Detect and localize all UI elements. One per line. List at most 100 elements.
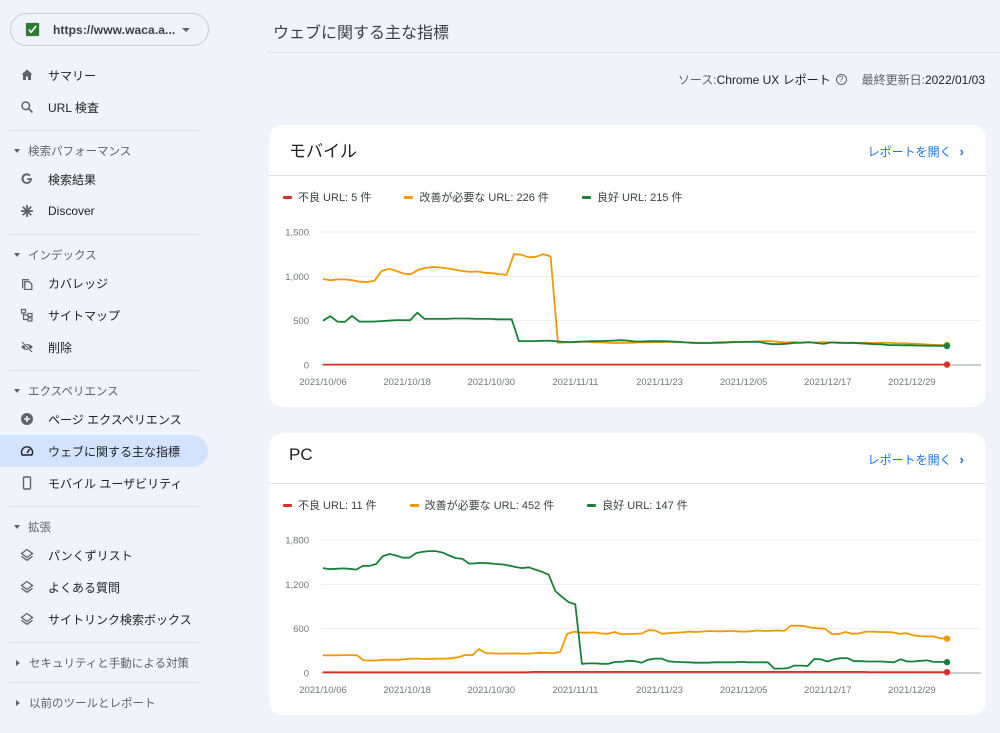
chart-legend: 不良 URL: 5 件 改善が必要な URL: 226 件 良好 URL: 21… [283, 189, 716, 205]
x-tick-label: 2021/10/18 [383, 685, 431, 696]
sidebar-item[interactable]: Discover [0, 195, 208, 227]
series-endpoint-2 [943, 658, 951, 666]
caret-down-icon [14, 148, 20, 153]
layers-icon [20, 580, 34, 594]
sidebar-section-title: エクスペリエンス [28, 385, 119, 398]
sidebar-divider [10, 506, 198, 507]
google-g-icon [20, 172, 34, 186]
legend-swatch [587, 503, 597, 507]
series-line-1 [322, 624, 948, 662]
x-tick-label: 2021/10/30 [467, 377, 515, 388]
source-value: Chrome UX レポート [716, 73, 831, 87]
sidebar-item[interactable]: パンくずリスト [0, 539, 208, 571]
series-endpoint-0 [943, 668, 951, 676]
report-meta: ソース: Chrome UX レポート ? 最終更新日: 2022/01/03 [678, 71, 985, 88]
mobile-card: モバイル レポートを開く › 不良 URL: 5 件 改善が必要な URL: 2… [269, 125, 986, 407]
sidebar-section-header[interactable]: インデックス [0, 242, 220, 267]
sidebar-item-label: カバレッジ [48, 276, 109, 291]
sidebar-section-header[interactable]: エクスペリエンス [0, 378, 220, 403]
sidebar-section-header[interactable]: セキュリティと手動による対策 [0, 650, 220, 675]
legend-swatch [409, 503, 419, 507]
sidebar-section-header[interactable]: 拡張 [0, 514, 220, 539]
open-report-link[interactable]: レポートを開く › [868, 451, 964, 468]
legend-item-poor[interactable]: 不良 URL: 5 件 [283, 189, 371, 205]
open-report-link[interactable]: レポートを開く › [868, 143, 964, 160]
sidebar-item[interactable]: ページ エクスペリエンス [0, 403, 208, 435]
card-divider [269, 483, 986, 484]
x-tick-label: 2021/10/18 [383, 377, 431, 388]
property-selector[interactable]: https://www.waca.a... [10, 13, 209, 46]
y-tick-label: 0 [304, 361, 309, 372]
legend-label: 改善が必要な URL: 452 件 [424, 500, 555, 512]
sidebar-item-label: 検索結果 [48, 172, 97, 187]
help-icon[interactable]: ? [835, 74, 847, 85]
mobile-chart[interactable]: 0 500 1,000 1,500 2021/10/06 2021/10/18 2021/1… [269, 215, 986, 395]
sidebar-item[interactable]: 検索結果 [0, 163, 208, 195]
sidebar-item-label: ページ エクスペリエンス [48, 412, 182, 427]
x-tick-label: 2021/12/17 [804, 377, 852, 388]
sidebar-item[interactable]: サイトマップ [0, 299, 208, 331]
legend-item-needs-improvement[interactable]: 改善が必要な URL: 226 件 [404, 189, 549, 205]
sidebar-section-title: 検索パフォーマンス [28, 145, 132, 158]
sidebar-divider [10, 130, 198, 131]
search-icon [20, 100, 34, 114]
sidebar-item[interactable]: ウェブに関する主な指標 [0, 435, 208, 467]
sidebar-section-title: セキュリティと手動による対策 [29, 657, 189, 670]
chevron-down-icon[interactable] [182, 28, 190, 32]
sidebar-section-header[interactable]: 以前のツールとレポート [0, 690, 220, 715]
caret-right-icon [16, 699, 20, 706]
legend-item-good[interactable]: 良好 URL: 147 件 [587, 497, 688, 513]
caret-down-icon [14, 524, 20, 529]
x-tick-label: 2021/10/06 [299, 377, 347, 388]
sidebar-item[interactable]: モバイル ユーザビリティ [0, 467, 208, 499]
chevron-right-icon: › [959, 144, 964, 159]
card-title: モバイル [289, 142, 357, 161]
series-line-2 [322, 311, 948, 347]
legend-label: 不良 URL: 11 件 [298, 500, 377, 512]
y-tick-label: 0 [304, 669, 309, 680]
sidebar-item[interactable]: サイトリンク検索ボックス [0, 603, 208, 635]
caret-right-icon [16, 659, 20, 666]
sidebar-item[interactable]: よくある質問 [0, 571, 208, 603]
sidebar-item[interactable]: サマリー [0, 59, 208, 91]
y-tick-label: 500 [293, 316, 309, 327]
sidebar-item-label: モバイル ユーザビリティ [48, 476, 183, 491]
pc-chart[interactable]: 0 600 1,200 1,800 2021/10/06 2021/10/18 2021/1… [269, 523, 986, 703]
layers-icon [20, 548, 34, 562]
copy-icon [20, 276, 34, 290]
sidebar-item[interactable]: カバレッジ [0, 267, 208, 299]
sidebar-item[interactable]: 削除 [0, 331, 208, 363]
caret-down-icon [14, 388, 20, 393]
updated-label: 最終更新日: [861, 73, 925, 87]
title-divider [266, 52, 1000, 53]
sidebar-item-label: サイトマップ [48, 308, 121, 323]
legend-item-poor[interactable]: 不良 URL: 11 件 [283, 497, 377, 513]
sidebar-section-title: 拡張 [28, 521, 51, 534]
series-line-1 [322, 253, 947, 346]
property-url: https://www.waca.a... [53, 22, 176, 37]
layers-icon [20, 612, 34, 626]
x-tick-label: 2021/12/29 [888, 685, 936, 696]
legend-item-needs-improvement[interactable]: 改善が必要な URL: 452 件 [409, 497, 555, 513]
x-tick-label: 2021/12/17 [804, 685, 852, 696]
series-endpoint-1 [943, 635, 951, 642]
legend-swatch [283, 195, 292, 199]
y-tick-label: 1,500 [285, 228, 309, 239]
property-favicon-icon [25, 22, 40, 37]
gauge-icon [20, 444, 34, 458]
sidebar-item[interactable]: URL 検査 [0, 91, 208, 123]
sidebar-item-label: ウェブに関する主な指標 [48, 444, 181, 459]
chart-legend: 不良 URL: 11 件 改善が必要な URL: 452 件 良好 URL: 1… [283, 497, 721, 513]
y-tick-label: 1,000 [285, 272, 309, 283]
sidebar-section-title: 以前のツールとレポート [29, 697, 156, 710]
x-tick-label: 2021/11/23 [636, 377, 683, 388]
updated-value: 2022/01/03 [924, 72, 985, 87]
sidebar-section-header[interactable]: 検索パフォーマンス [0, 138, 220, 163]
series-endpoint-2 [943, 342, 951, 350]
legend-item-good[interactable]: 良好 URL: 215 件 [581, 189, 683, 205]
x-tick-label: 2021/10/30 [467, 685, 515, 696]
source-label: ソース: [677, 73, 717, 87]
series-endpoint-0 [943, 361, 951, 368]
x-tick-label: 2021/12/05 [720, 685, 768, 696]
legend-label: 良好 URL: 215 件 [596, 192, 683, 204]
